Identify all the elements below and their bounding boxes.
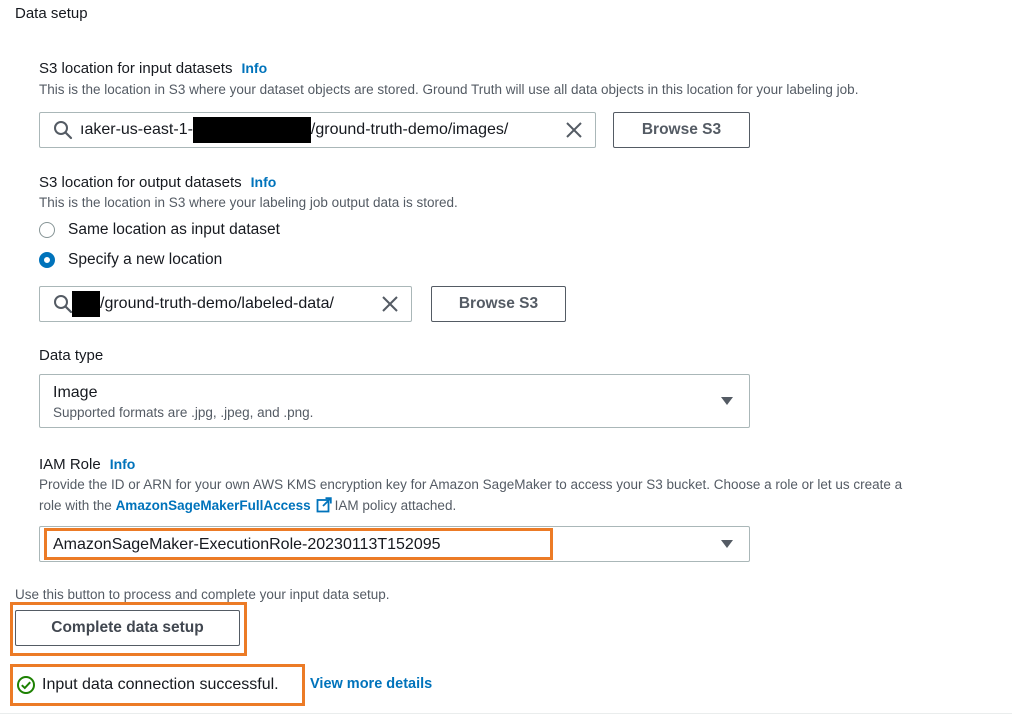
input-dataset-value-prefix: ıaker-us-east-1- [80, 121, 193, 138]
radio-button[interactable] [39, 222, 55, 238]
input-dataset-value: ıaker-us-east-1- /ground-truth-demo/image… [80, 117, 563, 143]
radio-new-location[interactable]: Specify a new location [39, 251, 222, 269]
output-dataset-header: S3 location for output datasets Info [39, 174, 276, 192]
redaction-block [192, 117, 311, 143]
data-type-value: Image [53, 384, 98, 401]
iam-role-label: IAM Role [39, 456, 101, 473]
divider [0, 713, 1012, 714]
data-type-label: Data type [39, 347, 104, 364]
highlight-box [10, 602, 247, 656]
output-dataset-description: This is the location in S3 where your la… [39, 195, 458, 210]
highlight-box [44, 528, 553, 560]
iam-role-desc-text: role with the [39, 498, 112, 513]
clear-icon[interactable] [563, 119, 585, 141]
iam-role-description-line2: role with the AmazonSageMakerFullAccess I… [39, 497, 456, 516]
output-dataset-value-suffix: /ground-truth-demo/labeled-data/ [100, 295, 334, 312]
search-icon [52, 119, 74, 141]
view-more-details-link[interactable]: View more details [310, 676, 432, 692]
input-browse-s3-button[interactable]: Browse S3 [613, 112, 750, 148]
output-dataset-value: /ground-truth-demo/labeled-data/ [72, 291, 379, 317]
highlight-box [10, 664, 305, 706]
output-browse-s3-button[interactable]: Browse S3 [431, 286, 566, 322]
input-dataset-info-link[interactable]: Info [241, 60, 267, 76]
redaction-block [72, 291, 100, 317]
iam-role-description-line1: Provide the ID or ARN for your own AWS K… [39, 477, 903, 492]
output-dataset-field[interactable]: /ground-truth-demo/labeled-data/ [39, 286, 412, 322]
section-title: Data setup [15, 5, 88, 22]
data-type-select[interactable]: Image Supported formats are .jpg, .jpeg,… [39, 374, 750, 428]
iam-role-header: IAM Role Info [39, 456, 135, 474]
input-dataset-label: S3 location for input datasets [39, 60, 233, 77]
caret-down-icon [721, 397, 733, 405]
radio-label: Same location as input dataset [68, 221, 280, 238]
complete-hint: Use this button to process and complete … [15, 587, 390, 602]
radio-same-location[interactable]: Same location as input dataset [39, 221, 280, 239]
output-dataset-info-link[interactable]: Info [251, 174, 277, 190]
radio-button-selected[interactable] [39, 252, 55, 268]
input-dataset-field[interactable]: ıaker-us-east-1- /ground-truth-demo/image… [39, 112, 596, 148]
iam-role-info-link[interactable]: Info [110, 456, 136, 472]
input-dataset-description: This is the location in S3 where your da… [39, 82, 859, 97]
search-icon [52, 293, 74, 315]
output-dataset-label: S3 location for output datasets [39, 174, 242, 191]
iam-role-desc-tail: IAM policy attached. [334, 498, 457, 513]
caret-down-icon [721, 540, 733, 548]
clear-icon[interactable] [379, 293, 401, 315]
policy-link[interactable]: AmazonSageMakerFullAccess [116, 498, 311, 513]
external-link-icon[interactable] [316, 497, 332, 516]
input-dataset-header: S3 location for input datasets Info [39, 60, 267, 78]
data-type-hint: Supported formats are .jpg, .jpeg, and .… [53, 405, 314, 420]
input-dataset-value-suffix: /ground-truth-demo/images/ [310, 121, 509, 138]
radio-label: Specify a new location [68, 251, 223, 268]
